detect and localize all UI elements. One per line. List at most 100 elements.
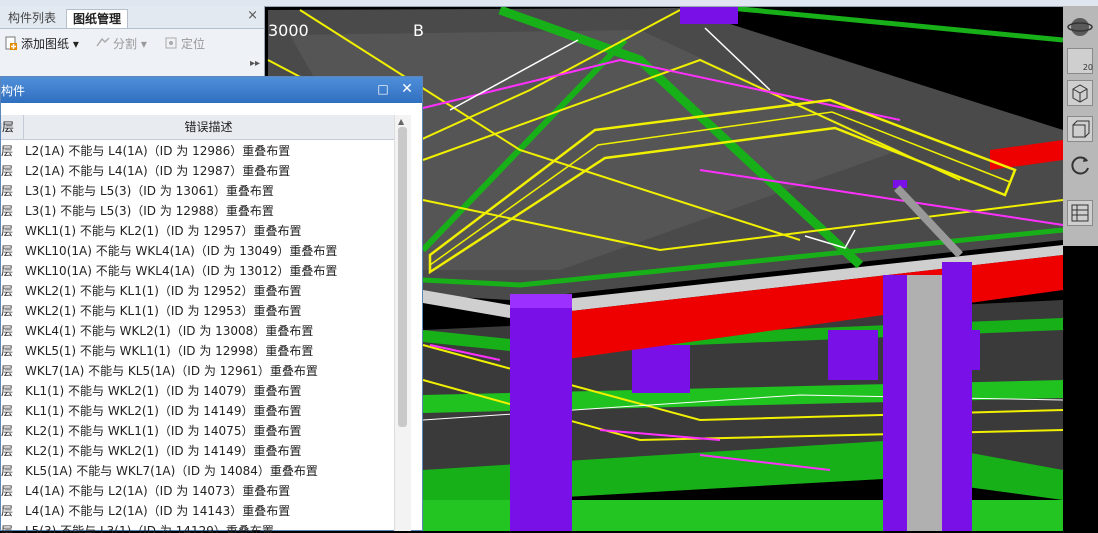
row-floor: 层 [1, 424, 14, 438]
row-floor: 层 [1, 524, 14, 533]
row-error-description: WKL5(1) 不能与 WKL1(1)（ID 为 12998）重叠布置 [25, 344, 314, 358]
row-floor: 层 [1, 184, 14, 198]
grid-axis-label-b: B [413, 21, 424, 40]
row-floor: 层 [1, 204, 14, 218]
row-error-description: L3(1) 不能与 L5(3)（ID 为 13061）重叠布置 [25, 184, 274, 198]
row-floor: 层 [1, 324, 14, 338]
locate-button[interactable]: 定位 [164, 35, 205, 53]
column-front-left-top [510, 294, 572, 308]
error-table-header: 楼层 错误描述 [1, 115, 394, 140]
zoom-level-label: 20 [1082, 63, 1093, 72]
table-row[interactable]: 层 WKL10(1A) 不能与 WKL4(1A)（ID 为 13012）重叠布置 [1, 261, 394, 281]
grid-settings-icon[interactable] [1067, 200, 1093, 226]
table-row[interactable]: 层 WKL1(1) 不能与 KL2(1)（ID 为 12957）重叠布置 [1, 221, 394, 241]
table-row[interactable]: 层 WKL10(1A) 不能与 WKL4(1A)（ID 为 13049）重叠布置 [1, 241, 394, 261]
table-row[interactable]: 层 KL1(1) 不能与 WKL2(1)（ID 为 14079）重叠布置 [1, 381, 394, 401]
row-error-description: WKL7(1A) 不能与 KL5(1A)（ID 为 12961）重叠布置 [25, 364, 318, 378]
table-row[interactable]: 层 L2(1A) 不能与 L4(1A)（ID 为 12986）重叠布置 [1, 141, 394, 161]
row-floor: 层 [1, 444, 14, 458]
row-floor: 层 [1, 144, 14, 158]
scrollbar-thumb[interactable] [398, 127, 407, 427]
grid-axis-label-3000: 3000 [268, 21, 309, 40]
row-error-description: L4(1A) 不能与 L2(1A)（ID 为 14073）重叠布置 [25, 484, 291, 498]
dialog-title-bar[interactable]: 构件 □ ✕ [1, 77, 422, 103]
row-floor: 层 [1, 284, 14, 298]
table-row[interactable]: 层 WKL4(1) 不能与 WKL2(1)（ID 为 13008）重叠布置 [1, 321, 394, 341]
cube-view-icon[interactable] [1067, 116, 1093, 142]
row-floor: 层 [1, 264, 14, 278]
rotate-icon[interactable] [1067, 152, 1093, 178]
row-floor: 层 [1, 384, 14, 398]
table-row[interactable]: 层 L4(1A) 不能与 L2(1A)（ID 为 14073）重叠布置 [1, 481, 394, 501]
column-gray [907, 275, 942, 531]
column-middle [883, 275, 907, 531]
row-floor: 层 [1, 304, 14, 318]
row-floor: 层 [1, 504, 14, 518]
row-floor: 层 [1, 244, 14, 258]
table-row[interactable]: 层 KL2(1) 不能与 WKL2(1)（ID 为 14149）重叠布置 [1, 441, 394, 461]
drawing-management-panel: 构件列表 图纸管理 × 添加图纸 ▾ 分割 ▾ 定位 ▸▸ [0, 6, 265, 86]
view-toolbar: 20 [1063, 6, 1098, 246]
table-row[interactable]: 层 KL2(1) 不能与 WKL1(1)（ID 为 14075）重叠布置 [1, 421, 394, 441]
table-row[interactable]: 层 L5(3) 不能与 L3(1)（ID 为 14129）重叠布置 [1, 521, 394, 533]
row-error-description: WKL1(1) 不能与 KL2(1)（ID 为 12957）重叠布置 [25, 224, 302, 238]
table-row[interactable]: 层 WKL2(1) 不能与 KL1(1)（ID 为 12953）重叠布置 [1, 301, 394, 321]
table-row[interactable]: 层 KL1(1) 不能与 WKL2(1)（ID 为 14149）重叠布置 [1, 401, 394, 421]
split-icon [96, 37, 110, 47]
table-row[interactable]: 层 KL5(1A) 不能与 WKL7(1A)（ID 为 14084）重叠布置 [1, 461, 394, 481]
column-right [942, 262, 972, 531]
table-row[interactable]: 层 L3(1) 不能与 L5(3)（ID 为 12988）重叠布置 [1, 201, 394, 221]
add-drawing-icon [5, 36, 17, 50]
vertical-scrollbar[interactable]: ▲ [394, 115, 411, 531]
add-drawing-label: 添加图纸 [21, 37, 70, 51]
column-header-floor-label: 楼层 [1, 120, 15, 134]
orbit-icon[interactable] [1067, 14, 1093, 40]
scroll-up-icon[interactable]: ▲ [398, 117, 404, 126]
table-row[interactable]: 层 WKL7(1A) 不能与 KL5(1A)（ID 为 12961）重叠布置 [1, 361, 394, 381]
column-header-description[interactable]: 错误描述 [23, 115, 394, 139]
table-row[interactable]: 层 L4(1A) 不能与 L2(1A)（ID 为 14143）重叠布置 [1, 501, 394, 521]
row-error-description: WKL2(1) 不能与 KL1(1)（ID 为 12952）重叠布置 [25, 284, 302, 298]
panel-tab-bar: 构件列表 图纸管理 × [0, 6, 264, 29]
table-row[interactable]: 层 WKL5(1) 不能与 WKL1(1)（ID 为 12998）重叠布置 [1, 341, 394, 361]
locate-icon [165, 37, 177, 49]
table-row[interactable]: 层 L2(1A) 不能与 L4(1A)（ID 为 12987）重叠布置 [1, 161, 394, 181]
split-label: 分割 [113, 37, 138, 51]
row-error-description: L5(3) 不能与 L3(1)（ID 为 14129）重叠布置 [25, 524, 274, 533]
add-drawing-button[interactable]: 添加图纸 ▾ [4, 35, 79, 53]
row-error-description: L4(1A) 不能与 L2(1A)（ID 为 14143）重叠布置 [25, 504, 291, 518]
table-row[interactable]: 层 WKL2(1) 不能与 KL1(1)（ID 为 12952）重叠布置 [1, 281, 394, 301]
row-floor: 层 [1, 464, 14, 478]
column-top [680, 6, 738, 24]
tab-component-list[interactable]: 构件列表 [2, 9, 62, 27]
3d-box-icon[interactable] [1067, 80, 1093, 106]
tab-drawing-management[interactable]: 图纸管理 [66, 9, 129, 28]
split-button[interactable]: 分割 ▾ [96, 35, 147, 53]
column-stub-2 [828, 330, 878, 380]
row-floor: 层 [1, 404, 14, 418]
maximize-icon[interactable]: □ [375, 80, 391, 98]
toolbar-more-icon[interactable]: ▸▸ [250, 58, 260, 69]
column-stub-1 [632, 345, 690, 393]
component-error-dialog: 构件 □ ✕ 楼层 错误描述 层 L2(1A) 不能与 L4(1A)（ID 为 1… [0, 76, 423, 533]
locate-label: 定位 [181, 37, 206, 51]
row-floor: 层 [1, 364, 14, 378]
row-error-description: WKL4(1) 不能与 WKL2(1)（ID 为 13008）重叠布置 [25, 324, 314, 338]
column-header-floor[interactable]: 楼层 [1, 115, 24, 139]
row-error-description: KL2(1) 不能与 WKL1(1)（ID 为 14075）重叠布置 [25, 424, 302, 438]
table-row[interactable]: 层 L3(1) 不能与 L5(3)（ID 为 13061）重叠布置 [1, 181, 394, 201]
column-front-left [510, 300, 572, 531]
error-table-body: 层 L2(1A) 不能与 L4(1A)（ID 为 12986）重叠布置层 L2(1A… [1, 141, 394, 533]
row-floor: 层 [1, 344, 14, 358]
row-floor: 层 [1, 224, 14, 238]
row-error-description: KL1(1) 不能与 WKL2(1)（ID 为 14149）重叠布置 [25, 404, 302, 418]
panel-close-icon[interactable]: × [247, 8, 258, 23]
row-error-description: WKL2(1) 不能与 KL1(1)（ID 为 12953）重叠布置 [25, 304, 302, 318]
panel-toolbar: 添加图纸 ▾ 分割 ▾ 定位 ▸▸ [0, 30, 264, 69]
row-error-description: L2(1A) 不能与 L4(1A)（ID 为 12986）重叠布置 [25, 144, 291, 158]
row-error-description: L2(1A) 不能与 L4(1A)（ID 为 12987）重叠布置 [25, 164, 291, 178]
row-error-description: WKL10(1A) 不能与 WKL4(1A)（ID 为 13012）重叠布置 [25, 264, 338, 278]
dialog-title: 构件 [1, 84, 26, 98]
close-icon[interactable]: ✕ [399, 80, 415, 98]
row-error-description: L3(1) 不能与 L5(3)（ID 为 12988）重叠布置 [25, 204, 274, 218]
